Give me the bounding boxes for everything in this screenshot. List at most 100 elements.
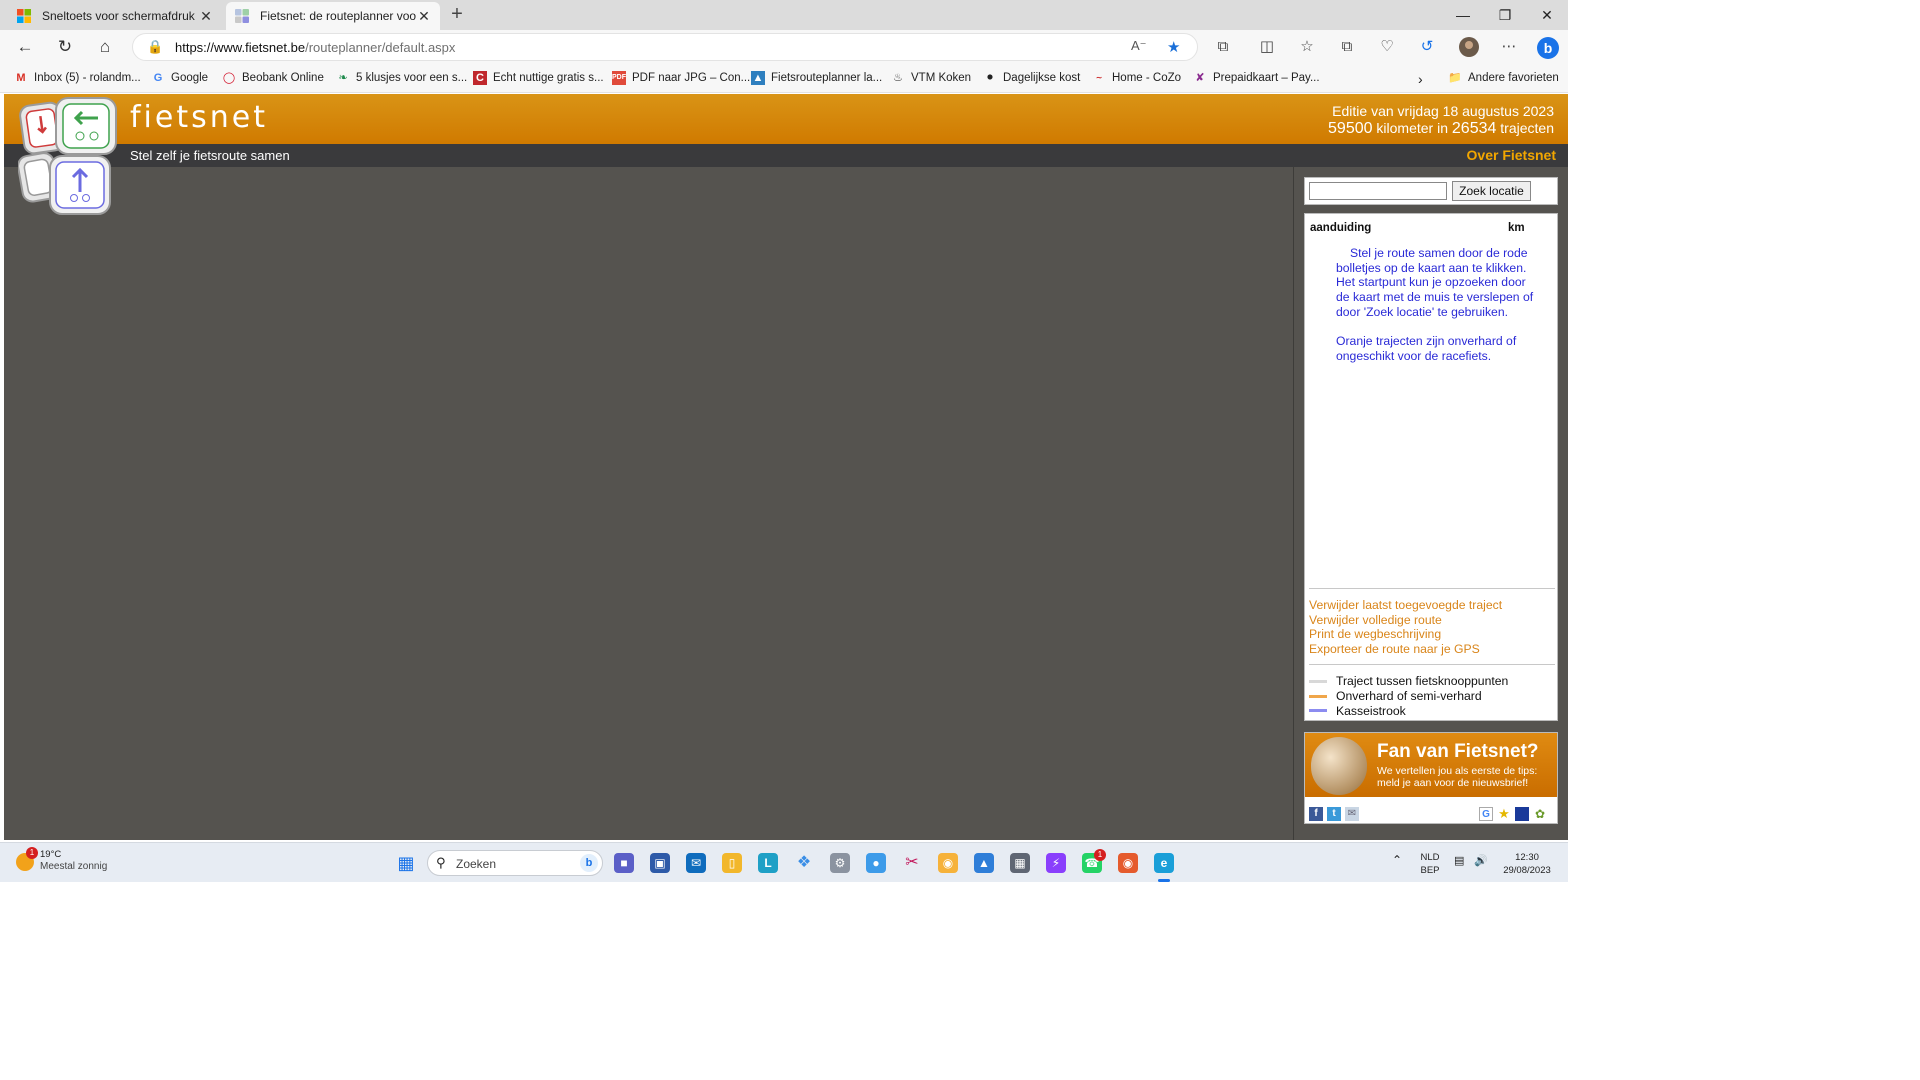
pan-icon: ⚫ xyxy=(985,72,995,84)
extensions-icon[interactable]: ⧉ xyxy=(1212,36,1234,58)
taskbar-search[interactable]: ⚲ Zoeken b xyxy=(427,850,603,876)
browser-essentials-icon[interactable]: ♡ xyxy=(1376,36,1398,58)
address-bar[interactable]: 🔒 https://www.fietsnet.be/routeplanner/d… xyxy=(132,33,1198,61)
export-gps-link[interactable]: Exporteer de route naar je GPS xyxy=(1309,642,1502,657)
favorite-gratis[interactable]: C Echt nuttige gratis s... xyxy=(473,71,604,85)
legend-item: Onverhard of semi-verhard xyxy=(1309,689,1508,704)
input-language[interactable]: NLD BEP xyxy=(1418,851,1442,877)
red-square-icon: C xyxy=(473,71,487,85)
lock-icon[interactable]: 🔒 xyxy=(147,39,163,55)
tab-label: Fietsnet: de routeplanner voor de xyxy=(260,9,416,23)
fietsnet-logo-icon[interactable] xyxy=(18,94,120,218)
instruction-orange: Oranje trajecten zijn onverhard of onges… xyxy=(1336,334,1517,363)
restore-icon[interactable]: ❐ xyxy=(1484,0,1526,30)
route-map[interactable] xyxy=(4,167,1291,840)
close-tab-icon[interactable]: ✕ xyxy=(198,8,214,25)
location-search: Zoek locatie xyxy=(1304,177,1558,205)
legend-item: Kasseistrook xyxy=(1309,703,1508,718)
clock[interactable]: 12:30 29/08/2023 xyxy=(1500,851,1554,877)
remove-route-link[interactable]: Verwijder volledige route xyxy=(1309,613,1502,628)
browser-toolbar: ← ↻ ⌂ 🔒 https://www.fietsnet.be/routepla… xyxy=(0,30,1568,63)
network-icon[interactable]: ▤ xyxy=(1454,855,1464,868)
calculator-icon[interactable]: ▦ xyxy=(1010,853,1030,873)
file-explorer-icon[interactable]: ▯ xyxy=(722,853,742,873)
weather-condition: Meestal zonnig xyxy=(40,861,108,872)
star-bookmark-icon[interactable]: ★ xyxy=(1497,807,1511,821)
minimize-icon[interactable]: — xyxy=(1442,0,1484,30)
column-header-designation: aanduiding xyxy=(1310,222,1372,234)
avatar[interactable] xyxy=(1458,36,1480,58)
favorite-star-icon[interactable]: ★ xyxy=(1167,38,1180,56)
paint-app-icon[interactable]: ◉ xyxy=(938,853,958,873)
remove-last-segment-link[interactable]: Verwijder laatst toegevoegde traject xyxy=(1309,598,1502,613)
bing-copilot-icon[interactable]: b xyxy=(1536,36,1559,59)
other-favorites[interactable]: 📁 Andere favorieten xyxy=(1448,71,1559,85)
google-bookmark-icon[interactable]: G xyxy=(1479,807,1493,821)
back-arrow-icon[interactable]: ← xyxy=(12,34,38,60)
edge-taskbar-icon[interactable]: e xyxy=(1154,853,1174,873)
bing-icon: b xyxy=(580,854,598,872)
tab-sneltoets[interactable]: Sneltoets voor schermafdruk - Mi ✕ xyxy=(8,2,222,30)
favorite-cozo[interactable]: ∼ Home - CoZo xyxy=(1092,71,1181,85)
newsletter-banner[interactable]: Fan van Fietsnet? We vertellen jou als e… xyxy=(1305,733,1557,797)
mail-icon[interactable]: ✉ xyxy=(1345,807,1359,821)
read-aloud-icon[interactable]: A⁻ xyxy=(1131,38,1147,54)
mail-app-icon[interactable]: ✉ xyxy=(686,853,706,873)
favorite-vtm-koken[interactable]: ♨ VTM Koken xyxy=(891,71,971,85)
tab-strip: Sneltoets voor schermafdruk - Mi ✕ Fiets… xyxy=(0,0,1568,30)
l-app-icon[interactable]: L xyxy=(758,853,778,873)
favorite-google[interactable]: G Google xyxy=(151,71,208,85)
messenger-icon[interactable]: ⚡ xyxy=(1046,853,1066,873)
weather-widget[interactable]: 1 19°C Meestal zonnig xyxy=(16,847,108,873)
location-search-input[interactable] xyxy=(1309,182,1447,200)
site-logo-text[interactable]: fietsnet xyxy=(130,100,268,135)
favorite-beobank[interactable]: ◯ Beobank Online xyxy=(222,71,324,85)
legend-swatch xyxy=(1309,694,1327,698)
store-icon[interactable]: ▣ xyxy=(650,853,670,873)
tray-chevron-icon[interactable]: ⌃ xyxy=(1392,854,1402,867)
share-icon[interactable]: ✿ xyxy=(1533,807,1547,821)
twitter-icon[interactable]: t xyxy=(1327,807,1341,821)
photos-icon[interactable]: ▲ xyxy=(974,853,994,873)
refresh-icon[interactable]: ↻ xyxy=(52,34,78,60)
about-fietsnet-link[interactable]: Over Fietsnet xyxy=(1467,147,1556,163)
favorite-inbox[interactable]: M Inbox (5) - rolandm... xyxy=(14,71,140,85)
search-location-button[interactable]: Zoek locatie xyxy=(1452,181,1531,201)
taskbar-search-placeholder: Zoeken xyxy=(456,857,497,871)
temperature: 19°C xyxy=(40,849,62,860)
snipping-tool-icon[interactable]: ✂ xyxy=(902,853,922,873)
settings-gear-icon[interactable]: ⚙ xyxy=(830,853,850,873)
firefox-icon[interactable]: ◉ xyxy=(1118,853,1138,873)
window-close-icon[interactable]: ✕ xyxy=(1526,0,1568,30)
edge-icon[interactable]: ↺ xyxy=(1416,36,1438,58)
favorite-dagelijkse-kost[interactable]: ⚫ Dagelijkse kost xyxy=(983,71,1080,85)
new-tab-button[interactable]: + xyxy=(446,4,468,26)
teams-icon[interactable]: ■ xyxy=(614,853,634,873)
bike-lock-icon xyxy=(1311,737,1367,795)
favorite-prepaidkaart[interactable]: ✘ Prepaidkaart – Pay... xyxy=(1193,71,1319,85)
chevron-right-icon[interactable]: › xyxy=(1418,71,1423,87)
folder-icon: 📁 xyxy=(1448,72,1462,84)
favorites-icon[interactable]: ☆ xyxy=(1296,36,1318,58)
legend-item: Traject tussen fietsknooppunten xyxy=(1309,674,1508,689)
diamond-app-icon[interactable]: ❖ xyxy=(794,853,814,873)
google-icon: G xyxy=(153,72,163,84)
home-icon[interactable]: ⌂ xyxy=(92,34,118,60)
delicious-icon[interactable] xyxy=(1515,807,1529,821)
split-screen-icon[interactable]: ◫ xyxy=(1256,36,1278,58)
print-directions-link[interactable]: Print de wegbeschrijving xyxy=(1309,627,1502,642)
more-menu-icon[interactable]: ⋯ xyxy=(1498,36,1520,58)
collections-icon[interactable]: ⧉ xyxy=(1336,36,1358,58)
favorite-pdf-jpg[interactable]: PDF PDF naar JPG – Con... xyxy=(612,71,750,85)
close-tab-icon[interactable]: ✕ xyxy=(416,8,432,25)
globe-app-icon[interactable]: ● xyxy=(866,853,886,873)
windows-start-icon[interactable]: ▦ xyxy=(396,853,416,873)
favorite-klusjes[interactable]: ❧ 5 klusjes voor een s... xyxy=(336,71,467,85)
favorite-fietsrouteplanner[interactable]: ▲ Fietsrouteplanner la... xyxy=(751,71,882,85)
divider xyxy=(1309,664,1555,665)
facebook-icon[interactable]: f xyxy=(1309,807,1323,821)
pdf-icon: PDF xyxy=(612,71,626,85)
traject-label: trajecten xyxy=(1500,120,1554,136)
tab-fietsnet[interactable]: Fietsnet: de routeplanner voor de ✕ xyxy=(226,2,440,30)
volume-icon[interactable]: 🔊 xyxy=(1474,855,1488,868)
